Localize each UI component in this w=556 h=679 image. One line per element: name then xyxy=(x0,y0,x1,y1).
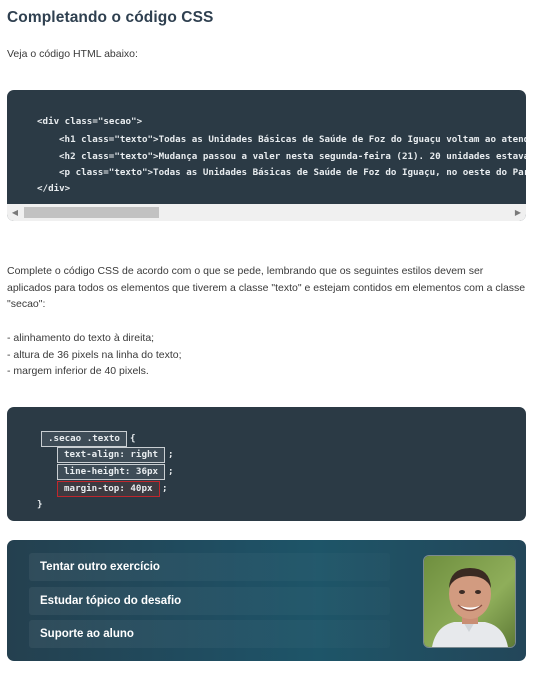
scroll-left-arrow-icon[interactable]: ◀ xyxy=(7,204,23,221)
css-answer-block: .secao .texto { text-align: right ; line… xyxy=(7,407,526,521)
close-brace: } xyxy=(37,499,43,510)
instructor-avatar xyxy=(423,555,516,648)
declaration-chip-text-align[interactable]: text-align: right xyxy=(57,447,166,463)
instructions-paragraph: Complete o código CSS de acordo com o qu… xyxy=(7,265,526,310)
selector-chip[interactable]: .secao .texto xyxy=(41,431,127,447)
actions-panel: Tentar outro exercício Estudar tópico do… xyxy=(7,540,526,661)
scroll-right-arrow-icon[interactable]: ▶ xyxy=(510,204,526,221)
intro-text: Veja o código HTML abaixo: xyxy=(7,48,138,60)
requirement-item: - alinhamento do texto à direita; xyxy=(7,332,155,344)
open-brace: { xyxy=(130,433,136,444)
requirement-item: - altura de 36 pixels na linha do texto; xyxy=(7,348,182,361)
student-support-button[interactable]: Suporte ao aluno xyxy=(29,620,390,648)
semicolon: ; xyxy=(168,449,174,460)
page-title: Completando o código CSS xyxy=(7,9,214,26)
try-another-exercise-button[interactable]: Tentar outro exercício xyxy=(29,553,390,581)
requirement-item: - margem inferior de 40 pixels. xyxy=(7,365,149,377)
declaration-chip-line-height[interactable]: line-height: 36px xyxy=(57,464,166,480)
avatar-icon xyxy=(424,556,515,647)
semicolon: ; xyxy=(168,466,174,477)
instructions: Complete o código CSS de acordo com o qu… xyxy=(7,263,527,313)
code-line: <h2 class="texto">Mudança passou a valer… xyxy=(59,151,526,162)
declaration-chip-margin-top-wrong[interactable]: margin-top: 40px xyxy=(57,481,160,497)
code-line: <h1 class="texto">Todas as Unidades Bási… xyxy=(59,134,526,145)
requirements-list: - alinhamento do texto à direita; - altu… xyxy=(7,330,182,380)
code-line: <p class="texto">Todas as Unidades Básic… xyxy=(59,167,526,178)
html-code-block: <div class="secao"> <h1 class="texto">To… xyxy=(7,90,526,221)
code-line: </div> xyxy=(37,183,71,194)
study-topic-button[interactable]: Estudar tópico do desafio xyxy=(29,587,390,615)
horizontal-scrollbar[interactable]: ◀ ▶ xyxy=(7,204,526,221)
html-code-viewport: <div class="secao"> <h1 class="texto">To… xyxy=(7,90,526,204)
semicolon: ; xyxy=(162,483,168,494)
scroll-thumb[interactable] xyxy=(24,207,159,218)
code-line: <div class="secao"> xyxy=(37,116,143,127)
